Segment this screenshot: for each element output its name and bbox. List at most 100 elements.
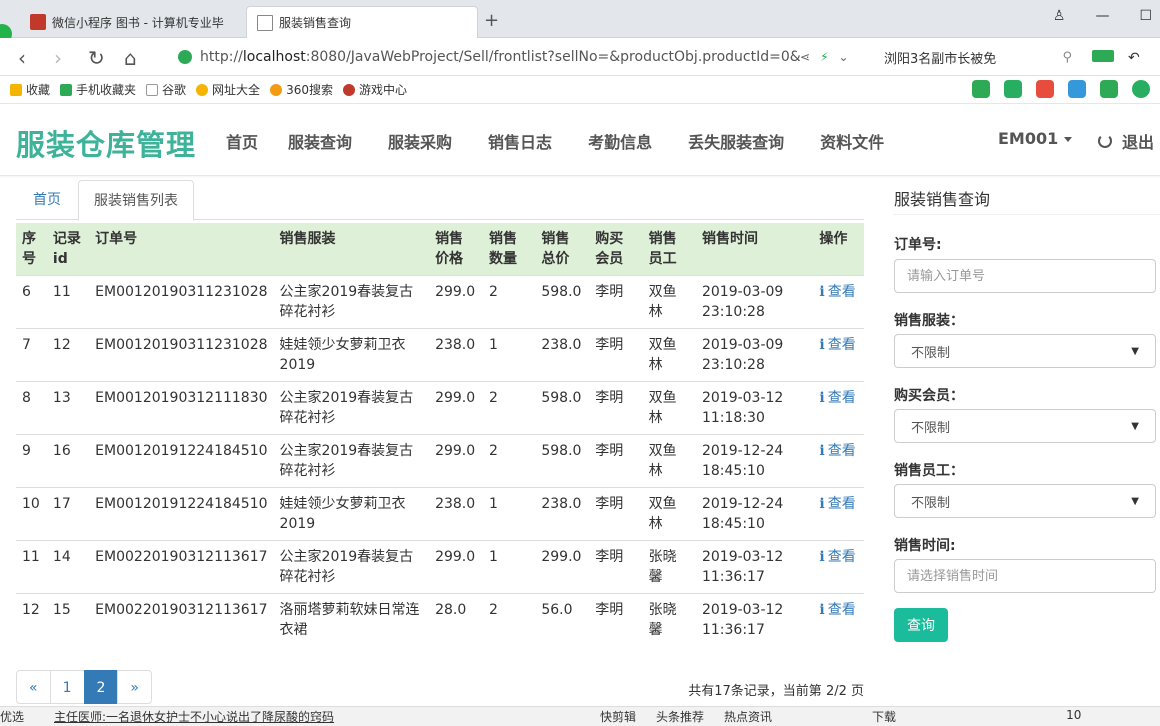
status-item-headlines[interactable]: 头条推荐 (656, 708, 704, 725)
new-tab-icon[interactable]: + (484, 10, 499, 31)
browser-tab-2[interactable]: 服装销售查询 (246, 6, 478, 38)
cell-member: 李明 (589, 381, 643, 435)
nav-purchase[interactable]: 服装采购 (388, 129, 452, 153)
cell-order: EM00120190311231028 (89, 275, 274, 329)
site-brand[interactable]: 服装仓库管理 (16, 122, 196, 164)
pagination: « 1 2 » (16, 670, 152, 704)
cell-qty: 1 (482, 487, 536, 541)
cell-qty: 2 (482, 381, 536, 435)
shirt-icon[interactable]: ♙ (1053, 8, 1066, 24)
status-item-download[interactable]: 下载 (872, 708, 896, 725)
status-item-quick-edit[interactable]: 快剪辑 (600, 708, 636, 725)
cell-total: 238.0 (535, 328, 590, 382)
bookmark-360[interactable]: 360搜索 (270, 81, 333, 98)
cell-action: i 查看 (813, 434, 864, 488)
cell-staff: 双鱼林 (642, 487, 696, 541)
shield-icon[interactable] (1132, 80, 1150, 98)
next-page-button[interactable]: » (117, 670, 152, 704)
prev-page-button[interactable]: « (16, 670, 51, 704)
translate-icon[interactable] (1004, 80, 1022, 98)
bookmark-favorites[interactable]: 收藏 (10, 81, 50, 98)
undo-icon[interactable]: ↶ (1128, 50, 1140, 66)
table-row: 12 15 EM00220190312113617 洛丽塔萝莉软妹日常连衣裙 28.0 2… (16, 593, 864, 646)
nav-documents[interactable]: 资料文件 (820, 129, 884, 153)
reload-icon[interactable]: ↻ (88, 46, 105, 70)
nav-product-search[interactable]: 服装查询 (288, 129, 352, 153)
nav-attendance[interactable]: 考勤信息 (588, 129, 652, 153)
phone-icon (60, 83, 73, 96)
cell-member: 李明 (589, 593, 643, 646)
search-icon (270, 83, 283, 96)
nav-sales-log[interactable]: 销售日志 (488, 129, 552, 153)
tab-home[interactable]: 首页 (18, 180, 76, 220)
search-icon[interactable]: ⚲ (1062, 50, 1072, 65)
page-2-button[interactable]: 2 (83, 670, 119, 704)
product-select[interactable]: 不限制 ▼ (894, 334, 1156, 368)
bookmark-hao123[interactable]: 网址大全 (196, 81, 260, 98)
page-1-button[interactable]: 1 (49, 670, 85, 704)
table-row: 10 17 EM00120191224184510 娃娃领少女萝莉卫衣2019 238.… (16, 487, 864, 541)
url-host: localhost (242, 49, 306, 65)
cell-price: 299.0 (429, 275, 483, 329)
search-box[interactable]: 浏阳3名副市长被免 ⚲ (878, 46, 1078, 68)
tab-sales-list[interactable]: 服装销售列表 (78, 180, 194, 221)
bookmark-google[interactable]: 谷歌 (146, 81, 186, 98)
bookmark-label: 手机收藏夹 (76, 83, 137, 97)
view-link[interactable]: i 查看 (819, 443, 855, 459)
battery-icon[interactable] (1092, 50, 1114, 62)
cell-total: 598.0 (535, 434, 590, 488)
toolbar-right: ↶ (1092, 50, 1140, 66)
view-link[interactable]: i 查看 (819, 284, 855, 300)
chevron-down-icon: ▼ (1131, 495, 1139, 507)
minimize-icon[interactable]: — (1095, 8, 1109, 24)
news-ticker-link[interactable]: 主任医师:一名退休女护士不小心说出了降尿酸的窍码 (54, 708, 334, 725)
url-input[interactable]: http://localhost:8080/JavaWebProject/Sel… (178, 44, 868, 70)
bolt-icon[interactable]: ⚡ (820, 50, 828, 64)
forward-icon[interactable]: › (54, 46, 62, 70)
table-row: 11 14 EM00220190312113617 公主家2019春装复古碎花衬衫 29… (16, 540, 864, 594)
logout-button[interactable]: 退出 (1098, 129, 1154, 153)
chevron-down-icon[interactable]: ⌄ (839, 50, 849, 64)
username: EM001 (998, 129, 1059, 148)
nav-home[interactable]: 首页 (226, 129, 258, 153)
share-icon[interactable]: ⋖ (800, 50, 810, 64)
wechat-icon[interactable] (972, 80, 990, 98)
table-row: 6 11 EM00120190311231028 公主家2019春装复古碎花衬衫 299… (16, 275, 864, 329)
bookmark-games[interactable]: 游戏中心 (342, 81, 407, 98)
scissors-icon[interactable] (1036, 80, 1054, 98)
browser-tab-1[interactable]: 微信小程序 图书 - 计算机专业毕 (20, 6, 245, 38)
view-link[interactable]: i 查看 (819, 337, 855, 353)
view-link[interactable]: i 查看 (819, 549, 855, 565)
chevron-down-icon: ▼ (1131, 420, 1139, 432)
nav-lost-items[interactable]: 丢失服装查询 (688, 129, 784, 153)
staff-select[interactable]: 不限制 ▼ (894, 484, 1156, 518)
order-number-input[interactable] (894, 259, 1156, 293)
cell-total: 299.0 (535, 540, 590, 594)
query-button[interactable]: 查询 (894, 608, 948, 642)
cell-staff: 双鱼林 (642, 328, 696, 382)
back-icon[interactable]: ‹ (18, 46, 26, 70)
user-dropdown[interactable]: EM001 (998, 129, 1073, 148)
view-link[interactable]: i 查看 (819, 496, 855, 512)
maximize-icon[interactable]: ☐ (1139, 8, 1152, 24)
bookmark-label: 谷歌 (162, 83, 187, 97)
info-icon: i (819, 602, 825, 618)
member-select[interactable]: 不限制 ▼ (894, 409, 1156, 443)
staff-label: 销售员工： (894, 463, 964, 479)
home-icon[interactable]: ⌂ (124, 46, 137, 70)
column-header: 销售员工 (648, 231, 677, 267)
zoom-level[interactable]: 10 (1066, 708, 1081, 725)
status-item-hot-news[interactable]: 热点资讯 (724, 708, 772, 725)
view-link[interactable]: i 查看 (819, 602, 855, 618)
column-header: 销售数量 (488, 231, 517, 267)
bookmark-mobile[interactable]: 手机收藏夹 (60, 81, 136, 98)
sell-time-input[interactable] (894, 559, 1156, 593)
magnifier-icon[interactable] (1068, 80, 1086, 98)
table-row: 8 13 EM00120190312111830 公主家2019春装复古碎花衬衫 299… (16, 381, 864, 435)
address-bar: ‹ › ↻ ⌂ http://localhost:8080/JavaWebPro… (0, 38, 1160, 76)
view-link[interactable]: i 查看 (819, 390, 855, 406)
product-label: 销售服装： (894, 313, 964, 329)
status-left[interactable]: 优选 (0, 708, 24, 725)
gamepad-icon[interactable] (1100, 80, 1118, 98)
cell-id: 17 (46, 487, 90, 541)
